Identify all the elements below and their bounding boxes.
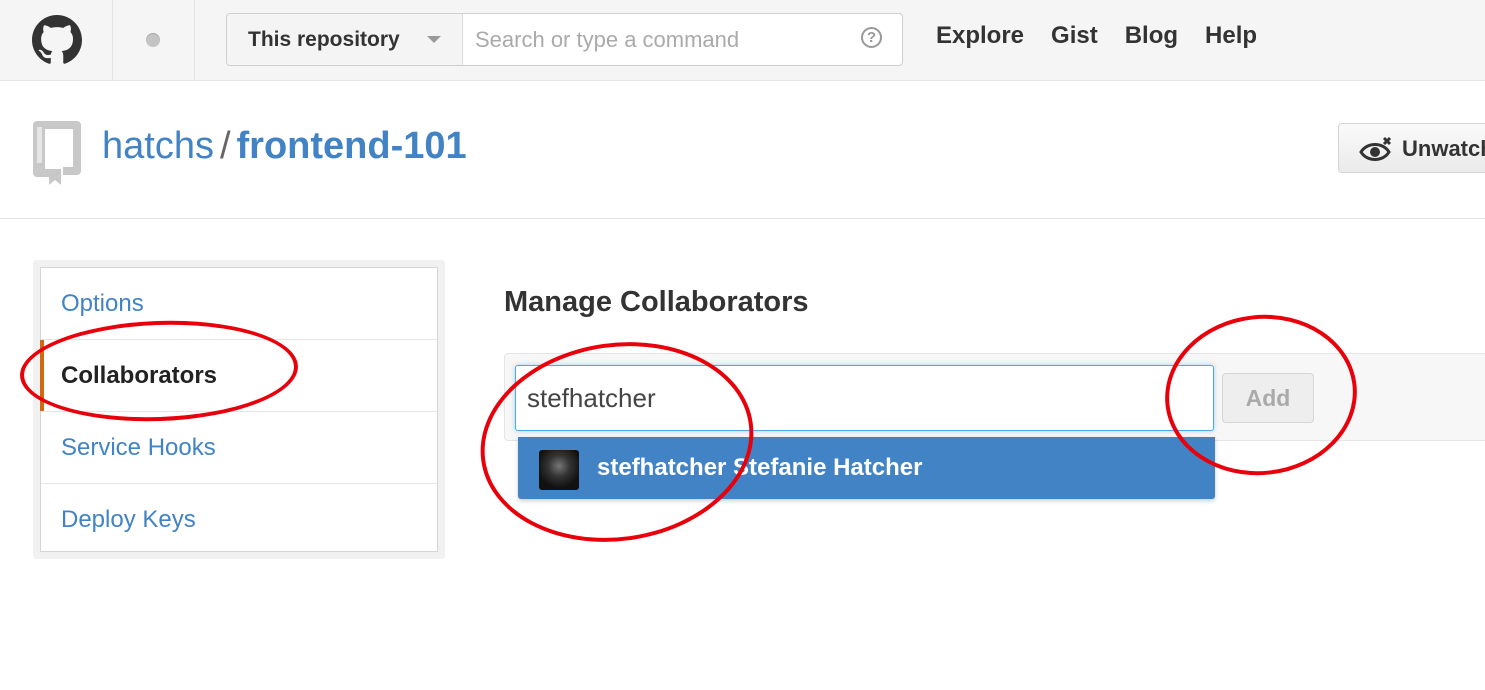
- repo-title: hatchs / frontend-101: [102, 125, 467, 168]
- page-title: Manage Collaborators: [504, 286, 809, 318]
- unwatch-label: Unwatch: [1402, 136, 1485, 161]
- site-search: This repository ?: [226, 13, 903, 66]
- top-header: This repository ? Explore Gist Blog Help: [0, 0, 1485, 81]
- nav-blog[interactable]: Blog: [1125, 22, 1178, 50]
- notification-dot-icon[interactable]: [146, 33, 160, 47]
- sidebar-item-service-hooks[interactable]: Service Hooks: [41, 412, 437, 484]
- search-input[interactable]: [473, 24, 857, 56]
- repo-owner-link[interactable]: hatchs: [102, 125, 214, 167]
- search-scope-dropdown[interactable]: This repository: [227, 14, 463, 65]
- logo-cell: [0, 0, 113, 80]
- search-scope-label: This repository: [248, 28, 400, 51]
- repo-name-link[interactable]: frontend-101: [237, 125, 467, 167]
- sidebar-item-deploy-keys[interactable]: Deploy Keys: [41, 484, 437, 555]
- top-nav: Explore Gist Blog Help: [936, 22, 1284, 50]
- chevron-down-icon: [427, 36, 441, 43]
- github-octocat-icon[interactable]: [32, 15, 82, 65]
- eye-icon: [1359, 136, 1392, 161]
- help-icon[interactable]: ?: [861, 27, 882, 48]
- repo-header: hatchs / frontend-101 Unwatch: [0, 81, 1485, 219]
- nav-help[interactable]: Help: [1205, 22, 1257, 50]
- suggestion-fullname: Stefanie Hatcher: [733, 454, 923, 481]
- repo-separator: /: [219, 125, 231, 167]
- notification-cell: [112, 0, 195, 80]
- repo-book-icon: [33, 121, 81, 185]
- nav-gist[interactable]: Gist: [1051, 22, 1098, 50]
- unwatch-button[interactable]: Unwatch: [1338, 123, 1485, 173]
- nav-explore[interactable]: Explore: [936, 22, 1024, 50]
